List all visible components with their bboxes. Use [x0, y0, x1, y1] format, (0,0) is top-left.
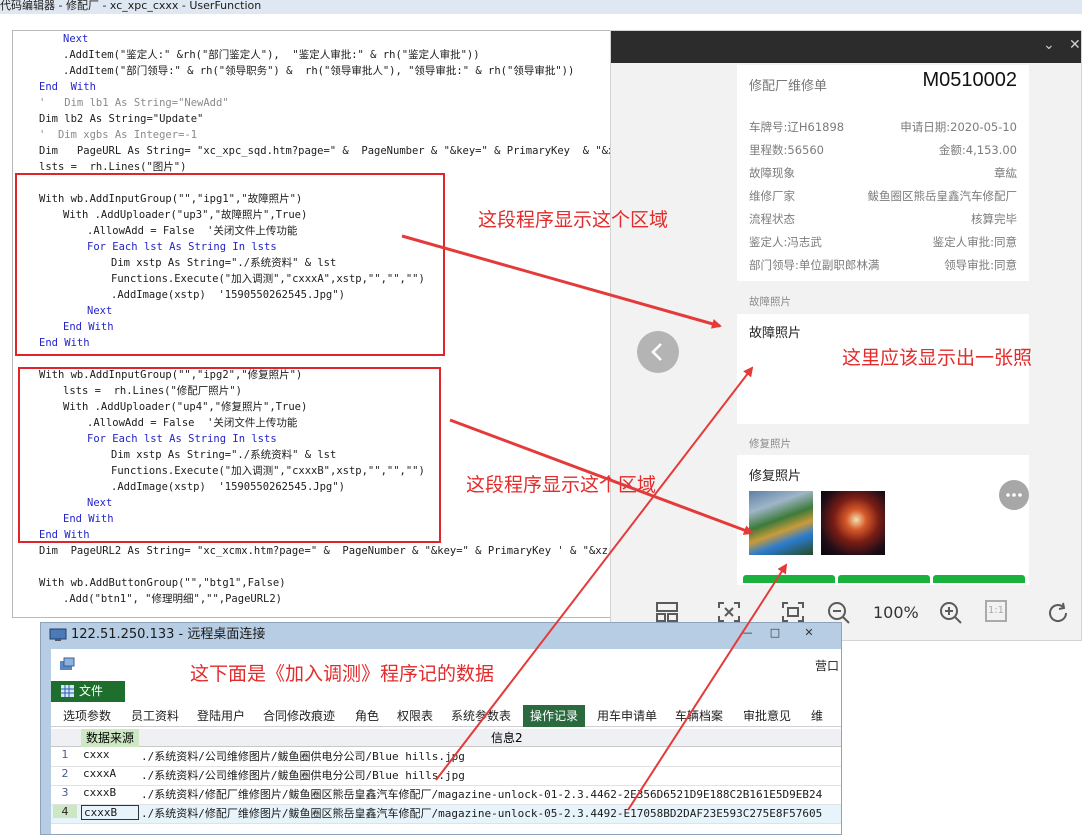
arrow-row4-to-repair [627, 563, 788, 811]
arrow-row2-to-fault [435, 366, 754, 781]
annotation-arrows [401, 234, 788, 811]
arrow-to-fault-photo [401, 234, 722, 329]
arrow-to-repair-photo [449, 418, 754, 535]
